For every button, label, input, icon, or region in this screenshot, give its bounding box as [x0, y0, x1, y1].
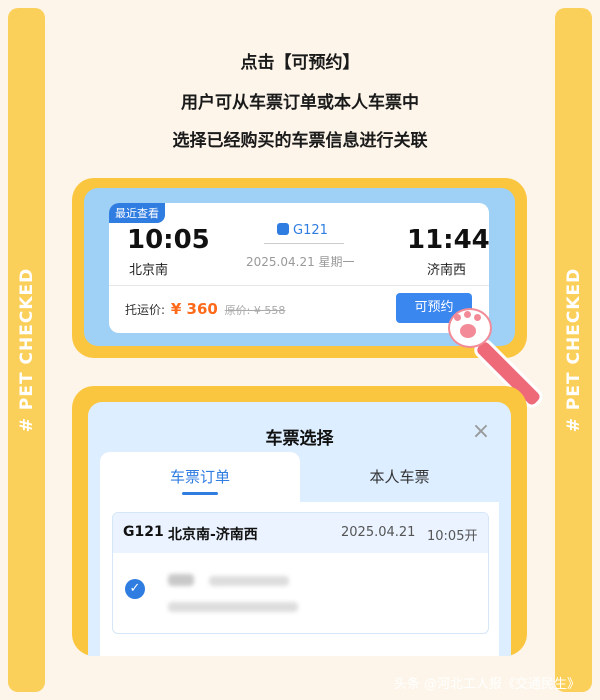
- blurred-passenger-info: [168, 571, 298, 612]
- ticket-sheet-frame: 车票选择 × 车票订单 本人车票 G121 北京南-济南西 2025.04.21…: [72, 386, 527, 656]
- sheet-title: 车票选择: [265, 429, 334, 449]
- active-tab-indicator: [182, 492, 218, 495]
- order-route: 北京南-济南西: [168, 527, 258, 543]
- recent-view-tag: 最近查看: [109, 203, 165, 223]
- arrive-time: 11:44: [407, 225, 489, 255]
- train-number-group: G121: [277, 223, 328, 238]
- order-train-number: G121: [123, 524, 164, 540]
- right-banner-text: # PET CHECKED: [563, 267, 584, 433]
- ticket-card[interactable]: 最近查看 10:05 北京南 G121 2025.04.21 星期一 11:44…: [109, 203, 489, 333]
- travel-date: 2025.04.21 星期一: [246, 255, 355, 269]
- close-icon[interactable]: ×: [469, 420, 493, 444]
- arrive-station: 济南西: [427, 263, 467, 278]
- price-row: 托运价: ¥ 360 原价: ¥ 558: [125, 300, 285, 318]
- tab-content: G121 北京南-济南西 2025.04.21 10:05开 ✓: [100, 502, 499, 656]
- train-number: G121: [293, 223, 328, 238]
- instruction-line-2: 用户可从车票订单或本人车票中: [181, 93, 419, 113]
- left-banner-text: # PET CHECKED: [16, 267, 37, 433]
- ticket-card-frame: 最近查看 10:05 北京南 G121 2025.04.21 星期一 11:44…: [72, 178, 546, 411]
- order-time: 10:05开: [427, 529, 478, 544]
- passenger-checkbox[interactable]: ✓: [125, 579, 145, 599]
- card-divider: [109, 285, 489, 286]
- depart-station: 北京南: [129, 263, 169, 278]
- route-arrow: [264, 243, 344, 244]
- price-value: ¥ 360: [170, 300, 218, 318]
- order-date: 2025.04.21: [341, 525, 416, 540]
- price-label: 托运价:: [125, 303, 166, 317]
- depart-time: 10:05: [127, 225, 210, 255]
- ticket-selection-sheet: 车票选择 × 车票订单 本人车票 G121 北京南-济南西 2025.04.21…: [88, 402, 511, 656]
- footer-watermark: 头条 @河北工人报《交通民生》: [393, 677, 580, 692]
- instruction-line-1: 点击【可预约】: [240, 53, 360, 73]
- original-price: 原价: ¥ 558: [224, 304, 286, 317]
- tab-my-tickets[interactable]: 本人车票: [300, 452, 499, 502]
- instruction-line-3: 选择已经购买的车票信息进行关联: [172, 131, 428, 151]
- order-header: G121 北京南-济南西 2025.04.21 10:05开: [113, 513, 488, 553]
- train-icon: [277, 223, 289, 235]
- order-card[interactable]: G121 北京南-济南西 2025.04.21 10:05开 ✓: [112, 512, 489, 634]
